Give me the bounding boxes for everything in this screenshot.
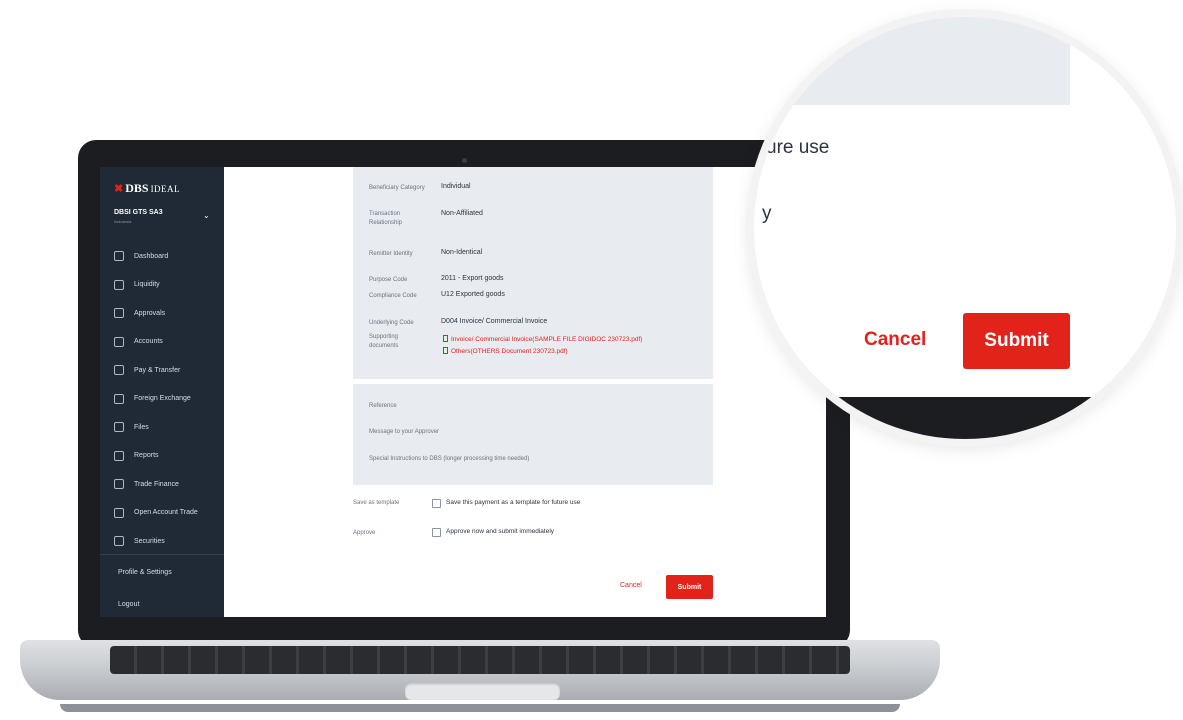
liquidity-icon xyxy=(114,279,124,290)
supporting-document-link-others[interactable]: Others(OTHERS Document 230723.pdf) xyxy=(443,347,568,355)
cancel-button[interactable]: Cancel xyxy=(620,582,642,589)
beneficiary-category-value: Individual xyxy=(441,183,471,190)
webcam xyxy=(462,158,467,163)
reference-label: Reference xyxy=(369,403,397,409)
laptop-base-edge xyxy=(60,704,900,712)
underlying-code-value: D004 Invoice/ Commercial Invoice xyxy=(441,318,548,325)
approvals-icon xyxy=(114,308,124,319)
magnified-panel xyxy=(754,17,1070,105)
chevron-down-icon[interactable]: ⌄ xyxy=(203,211,210,220)
open-account-trade-icon xyxy=(114,507,124,518)
magnified-bezel xyxy=(754,397,1176,439)
transaction-relationship-label: Transaction Relationship xyxy=(369,211,403,226)
trade-finance-icon xyxy=(114,479,124,490)
sidebar-item-dashboard[interactable]: Dashboard xyxy=(100,242,224,271)
account-name[interactable]: DBSI GTS SA3 xyxy=(114,209,163,216)
accounts-icon xyxy=(114,336,124,347)
account-country: Indonesia xyxy=(114,219,132,224)
sidebar-item-trade-finance[interactable]: Trade Finance xyxy=(100,470,224,499)
sidebar-item-open-account-trade[interactable]: Open Account Trade xyxy=(100,499,224,528)
special-instructions-label: Special Instructions to DBS (longer proc… xyxy=(369,456,530,462)
approve-now-text[interactable]: Approve now and submit immediately xyxy=(446,528,554,535)
magnified-submit-button[interactable]: Submit xyxy=(963,313,1070,369)
save-template-label: Save as template xyxy=(353,500,400,506)
magnified-approve-text: y xyxy=(762,203,772,224)
approver-message-label: Message to your Approver xyxy=(369,429,440,435)
magnified-template-text: ure use xyxy=(766,137,830,158)
foreign-exchange-icon xyxy=(114,393,124,404)
remitter-identity-label: Remitter Identity xyxy=(369,251,413,257)
profile-settings-link[interactable]: Profile & Settings xyxy=(118,569,172,576)
dbs-logo[interactable]: ✖ DBS IDEAL xyxy=(114,181,180,196)
sidebar-item-securities[interactable]: Securities xyxy=(100,527,224,556)
submit-button[interactable]: Submit xyxy=(666,575,713,599)
securities-icon xyxy=(114,536,124,547)
sidebar-item-foreign-exchange[interactable]: Foreign Exchange xyxy=(100,385,224,414)
files-icon xyxy=(114,422,124,433)
reports-icon xyxy=(114,450,124,461)
magnifier-callout: ure use y Cancel Submit xyxy=(754,17,1176,439)
home-icon xyxy=(114,251,124,262)
pdf-file-icon xyxy=(443,335,448,342)
beneficiary-category-label: Beneficiary Category xyxy=(369,185,425,191)
approve-label: Approve xyxy=(353,530,376,536)
pdf-file-icon xyxy=(443,347,448,354)
dbs-x-icon: ✖ xyxy=(114,183,124,195)
approve-now-checkbox[interactable] xyxy=(432,528,441,537)
sidebar: ✖ DBS IDEAL DBSI GTS SA3 Indonesia ⌄ Dashb… xyxy=(100,167,224,617)
save-template-checkbox[interactable] xyxy=(432,499,441,508)
sidebar-item-liquidity[interactable]: Liquidity xyxy=(100,271,224,300)
sidebar-item-files[interactable]: Files xyxy=(100,413,224,442)
purpose-code-label: Purpose Code xyxy=(369,277,408,283)
magnified-cancel-button[interactable]: Cancel xyxy=(864,329,926,351)
compliance-code-value: U12 Exported goods xyxy=(441,291,505,298)
save-template-text[interactable]: Save this payment as a template for futu… xyxy=(446,499,580,506)
compliance-code-label: Compliance Code xyxy=(369,293,417,299)
underlying-code-label: Underlying Code xyxy=(369,320,414,326)
sidebar-item-pay-transfer[interactable]: Pay & Transfer xyxy=(100,356,224,385)
pay-transfer-icon xyxy=(114,365,124,376)
sidebar-item-approvals[interactable]: Approvals xyxy=(100,299,224,328)
trackpad xyxy=(405,683,560,700)
keyboard xyxy=(110,646,850,674)
transaction-relationship-value: Non-Affiliated xyxy=(441,210,483,217)
sidebar-item-accounts[interactable]: Accounts xyxy=(100,328,224,357)
sidebar-nav: Dashboard Liquidity Approvals Accounts P… xyxy=(100,242,224,556)
remitter-identity-value: Non-Identical xyxy=(441,249,483,256)
logout-link[interactable]: Logout xyxy=(118,601,139,608)
purpose-code-value: 2011 - Export goods xyxy=(441,275,504,282)
supporting-documents-label: Supporting documents xyxy=(369,334,399,349)
laptop-screen: ✖ DBS IDEAL DBSI GTS SA3 Indonesia ⌄ Dashb… xyxy=(100,167,826,617)
sidebar-item-reports[interactable]: Reports xyxy=(100,442,224,471)
supporting-document-link-invoice[interactable]: Invoice/ Commercial Invoice(SAMPLE FILE … xyxy=(443,335,642,343)
sidebar-divider xyxy=(100,554,224,555)
